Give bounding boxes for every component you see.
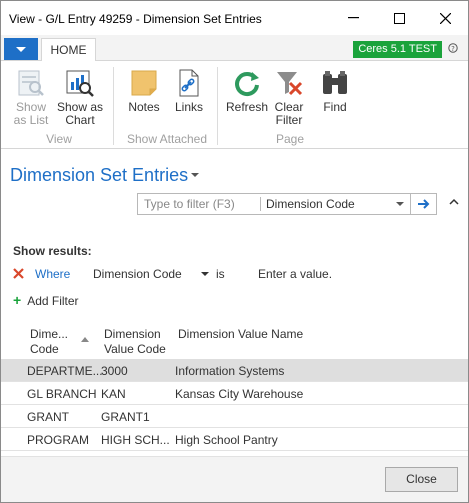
question-icon: ? <box>448 43 458 53</box>
close-button[interactable]: Close <box>385 467 458 492</box>
group-divider <box>113 67 114 145</box>
cell-dimension-value-name: Kansas City Warehouse <box>175 387 304 401</box>
collapse-filter-button[interactable] <box>449 197 459 208</box>
remove-filter-button[interactable] <box>13 267 24 282</box>
maximize-icon <box>393 12 405 24</box>
group-divider <box>217 67 218 145</box>
chevron-down-icon <box>396 202 404 206</box>
cell-dimension-value-code: GRANT1 <box>101 410 150 424</box>
table-row[interactable]: PROGRAM HIGH SCH... High School Pantry <box>1 428 468 451</box>
tab-home[interactable]: HOME <box>41 38 96 62</box>
table-row[interactable]: GRANT GRANT1 <box>1 405 468 428</box>
cell-dimension-code: PROGRAM <box>27 433 90 447</box>
show-results-label: Show results: <box>13 244 92 258</box>
filter-bar: Type to filter (F3) Dimension Code <box>137 193 437 215</box>
filter-divider <box>260 197 261 211</box>
where-field-dropdown[interactable]: Dimension Code <box>93 267 182 281</box>
cell-dimension-value-code: KAN <box>101 387 126 401</box>
clear-filter-button[interactable]: Clear Filter <box>271 67 307 127</box>
filter-row: Where Dimension Code is Enter a value. <box>13 267 453 283</box>
add-filter-label: Add Filter <box>27 294 79 308</box>
sort-ascending-icon <box>81 337 89 342</box>
chevron-up-icon <box>449 198 459 205</box>
environment-badge: Ceres 5.1 TEST <box>353 41 442 58</box>
links-button[interactable]: Links <box>169 67 209 114</box>
chevron-down-icon <box>201 272 209 276</box>
page-title-menu-button[interactable] <box>191 170 199 180</box>
close-icon <box>13 268 24 279</box>
svg-text:?: ? <box>451 45 455 53</box>
links-icon <box>169 67 209 99</box>
filter-field-dropdown[interactable]: Dimension Code <box>266 197 355 211</box>
cell-dimension-value-code: HIGH SCH... <box>101 433 170 447</box>
show-as-chart-button[interactable]: Show as Chart <box>55 67 105 127</box>
chevron-down-icon <box>16 46 26 52</box>
group-label-show-attached: Show Attached <box>126 132 208 146</box>
show-as-list-button[interactable]: Show as List <box>11 67 51 127</box>
column-header-dimension-value-code[interactable]: Dimension Value Code <box>104 327 166 357</box>
arrow-right-icon <box>418 199 430 209</box>
close-window-button[interactable] <box>422 1 468 35</box>
list-view-icon <box>11 67 51 99</box>
cell-dimension-value-code: 3000 <box>101 364 128 378</box>
where-label: Where <box>35 267 71 281</box>
cell-dimension-code: GL BRANCH <box>27 387 97 401</box>
dialog-window: View - G/L Entry 49259 - Dimension Set E… <box>0 0 469 503</box>
refresh-button[interactable]: Refresh <box>225 67 269 114</box>
apply-filter-button[interactable] <box>410 194 437 214</box>
column-header-dimension-code[interactable]: Dime... Code <box>30 327 68 357</box>
filter-search-input[interactable]: Type to filter (F3) <box>144 197 235 211</box>
maximize-button[interactable] <box>376 1 422 35</box>
column-header-dimension-value-name[interactable]: Dimension Value Name <box>178 327 303 342</box>
find-button[interactable]: Find <box>317 67 353 114</box>
refresh-icon <box>225 67 269 99</box>
dialog-footer: Close <box>1 456 468 502</box>
minimize-button[interactable] <box>330 1 376 35</box>
cell-dimension-code: DEPARTME... <box>27 364 103 378</box>
window-title: View - G/L Entry 49259 - Dimension Set E… <box>9 12 262 26</box>
app-menu-button[interactable] <box>4 38 38 60</box>
grid-header: Dime... Code Dimension Value Code Dimens… <box>1 323 468 359</box>
notes-icon <box>124 67 164 99</box>
binoculars-icon <box>317 67 353 99</box>
cell-dimension-code: GRANT <box>27 410 69 424</box>
ribbon-tab-strip: HOME Ceres 5.1 TEST ? <box>1 35 468 62</box>
where-operator: is <box>216 267 225 281</box>
cell-dimension-value-name: Information Systems <box>175 364 285 378</box>
where-value-input[interactable]: Enter a value. <box>258 267 332 281</box>
page-title: Dimension Set Entries <box>10 165 189 185</box>
notes-button[interactable]: Notes <box>124 67 164 114</box>
table-row[interactable]: GL BRANCH KAN Kansas City Warehouse <box>1 382 468 405</box>
collapse-ribbon-button[interactable]: ? <box>448 41 458 56</box>
chevron-down-icon <box>191 173 199 177</box>
group-label-page: Page <box>275 132 305 146</box>
table-row[interactable]: DEPARTME... 3000 Information Systems <box>1 359 468 382</box>
chart-view-icon <box>55 67 105 99</box>
clear-filter-icon <box>271 67 307 99</box>
minimize-icon <box>347 17 359 19</box>
group-label-view: View <box>46 132 72 146</box>
title-bar: View - G/L Entry 49259 - Dimension Set E… <box>1 1 468 35</box>
cell-dimension-value-name: High School Pantry <box>175 433 278 447</box>
close-icon <box>439 12 451 24</box>
ribbon: Show as List Show as Chart View Notes Li… <box>1 61 468 149</box>
add-filter-button[interactable]: + Add Filter <box>13 292 79 308</box>
plus-icon: + <box>13 292 22 308</box>
